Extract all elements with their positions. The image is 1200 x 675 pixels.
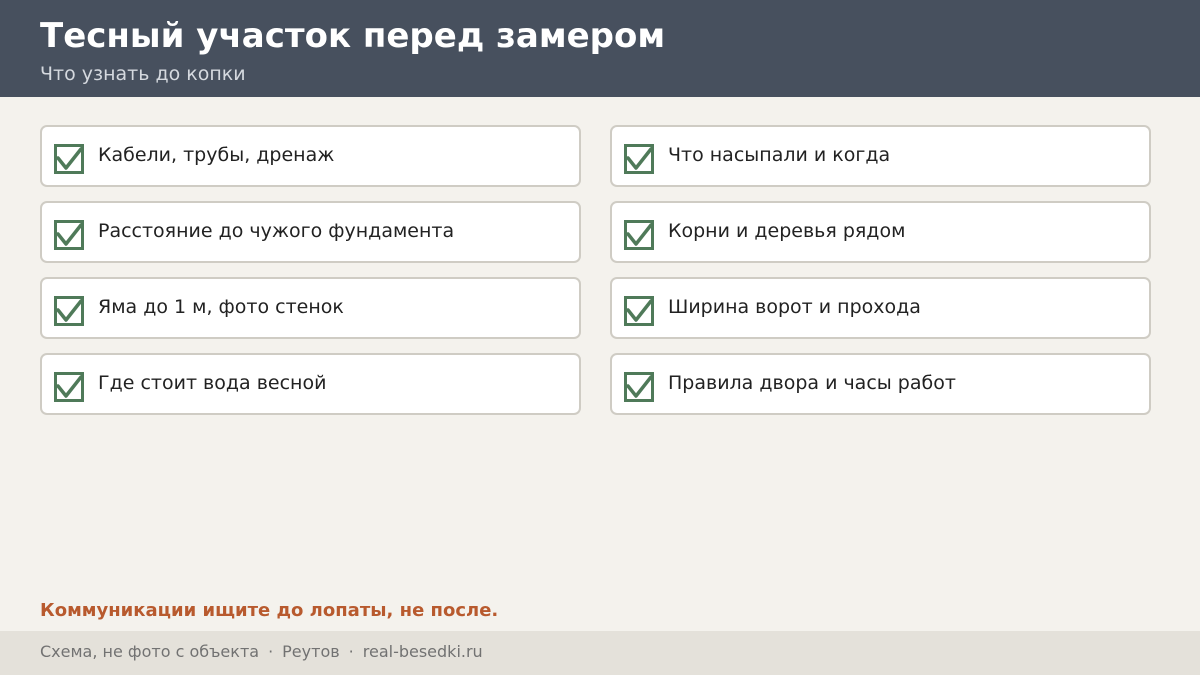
checkbox-checked-icon[interactable]	[54, 372, 84, 402]
checkbox-checked-icon[interactable]	[54, 296, 84, 326]
checkbox-checked-icon[interactable]	[54, 220, 84, 250]
checklist-item-label: Расстояние до чужого фундамента	[98, 220, 455, 242]
checklist-item-label: Яма до 1 м, фото стенок	[98, 296, 344, 318]
checklist-item: Правила двора и часы работ	[610, 353, 1151, 415]
warning-note: Коммуникации ищите до лопаты, не после.	[40, 600, 499, 621]
footer-site-link[interactable]: real-besedki.ru	[363, 642, 483, 661]
checklist-item-label: Кабели, трубы, дренаж	[98, 144, 335, 166]
footer-separator: ·	[348, 642, 354, 661]
checklist-item: Где стоит вода весной	[40, 353, 581, 415]
footer-text: Схема, не фото с объекта · Реутов · real-bes…	[40, 641, 483, 663]
checklist-item: Яма до 1 м, фото стенок	[40, 277, 581, 339]
footer-separator: ·	[268, 642, 274, 661]
checklist-item-label: Ширина ворот и прохода	[668, 296, 921, 318]
checkbox-checked-icon[interactable]	[624, 220, 654, 250]
checklist-item-label: Корни и деревья рядом	[668, 220, 906, 242]
checkbox-checked-icon[interactable]	[624, 144, 654, 174]
checklist-item: Ширина ворот и прохода	[610, 277, 1151, 339]
footer-note: Схема, не фото с объекта	[40, 642, 260, 661]
checkbox-checked-icon[interactable]	[624, 372, 654, 402]
checklist-item: Что насыпали и когда	[610, 125, 1151, 187]
checkbox-checked-icon[interactable]	[54, 144, 84, 174]
checklist-item: Корни и деревья рядом	[610, 201, 1151, 263]
checklist-item: Расстояние до чужого фундамента	[40, 201, 581, 263]
page-subtitle: Что узнать до копки	[40, 63, 246, 85]
page-header: Тесный участок перед замером Что узнать …	[0, 0, 1200, 97]
footer-city: Реутов	[282, 642, 340, 661]
checkbox-checked-icon[interactable]	[624, 296, 654, 326]
checklist-item-label: Правила двора и часы работ	[668, 372, 956, 394]
checklist-item-label: Что насыпали и когда	[668, 144, 891, 166]
checklist-item: Кабели, трубы, дренаж	[40, 125, 581, 187]
checklist-item-label: Где стоит вода весной	[98, 372, 327, 394]
page-footer: Схема, не фото с объекта · Реутов · real-bes…	[0, 631, 1200, 675]
page-title: Тесный участок перед замером	[40, 16, 666, 56]
